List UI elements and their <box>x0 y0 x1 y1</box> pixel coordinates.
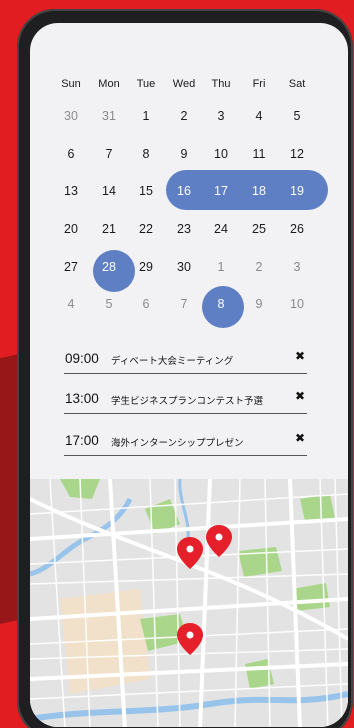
calendar: Sun Mon Tue Wed Thu Fri Sat 30 31 1 2 3 4 5 6 7 8… <box>30 23 348 328</box>
calendar-day[interactable]: 26 <box>277 219 317 239</box>
close-icon[interactable]: ✖ <box>295 431 305 445</box>
calendar-day[interactable]: 9 <box>164 144 204 164</box>
weekday-label: Sun <box>61 78 81 90</box>
calendar-day[interactable]: 9 <box>239 294 279 314</box>
calendar-day[interactable]: 23 <box>164 219 204 239</box>
calendar-day[interactable]: 16 <box>164 181 204 201</box>
calendar-day[interactable]: 28 <box>89 257 129 277</box>
phone-screen: Sun Mon Tue Wed Thu Fri Sat 30 31 1 2 3 4 5 6 7 8… <box>30 23 348 727</box>
calendar-day[interactable]: 2 <box>239 257 279 277</box>
weekday-label: Thu <box>211 78 231 90</box>
map-image <box>30 478 348 727</box>
weekday-label: Mon <box>98 78 120 90</box>
calendar-day[interactable]: 31 <box>89 106 129 126</box>
calendar-day[interactable]: 5 <box>277 106 317 126</box>
calendar-day[interactable]: 2 <box>164 106 204 126</box>
calendar-day[interactable]: 8 <box>126 144 166 164</box>
event-title: 学生ビジネスプランコンテスト予選 <box>111 396 264 407</box>
calendar-day[interactable]: 8 <box>201 294 241 314</box>
calendar-day[interactable]: 15 <box>126 181 166 201</box>
event-item[interactable]: 17:00 海外インターンシッププレゼン ✖ <box>64 423 307 456</box>
calendar-day[interactable]: 19 <box>277 181 317 201</box>
calendar-day[interactable]: 17 <box>201 181 241 201</box>
weekday-label: Fri <box>252 78 266 90</box>
calendar-day[interactable]: 30 <box>164 257 204 277</box>
event-title: 海外インターンシッププレゼン <box>111 438 244 449</box>
event-time: 09:00 <box>65 351 99 366</box>
calendar-day[interactable]: 5 <box>89 294 129 314</box>
calendar-day[interactable]: 10 <box>201 144 241 164</box>
calendar-day[interactable]: 6 <box>51 144 91 164</box>
calendar-day[interactable]: 20 <box>51 219 91 239</box>
calendar-day[interactable]: 4 <box>239 106 279 126</box>
calendar-day[interactable]: 27 <box>51 257 91 277</box>
close-icon[interactable]: ✖ <box>295 389 305 403</box>
calendar-day[interactable]: 3 <box>277 257 317 277</box>
phone-frame: Sun Mon Tue Wed Thu Fri Sat 30 31 1 2 3 4 5 6 7 8… <box>17 9 353 728</box>
calendar-day[interactable]: 1 <box>126 106 166 126</box>
calendar-day[interactable]: 6 <box>126 294 166 314</box>
weekday-label: Tue <box>136 78 156 90</box>
event-title: ディベート大会ミーティング <box>111 356 234 367</box>
calendar-day[interactable]: 7 <box>89 144 129 164</box>
calendar-day[interactable]: 10 <box>277 294 317 314</box>
calendar-day[interactable]: 18 <box>239 181 279 201</box>
close-icon[interactable]: ✖ <box>295 349 305 363</box>
calendar-day[interactable]: 3 <box>201 106 241 126</box>
calendar-day[interactable]: 14 <box>89 181 129 201</box>
weekday-label: Sat <box>288 78 306 90</box>
event-time: 17:00 <box>65 433 99 448</box>
weekday-label: Wed <box>172 78 196 90</box>
calendar-day[interactable]: 11 <box>239 144 279 164</box>
map-view[interactable] <box>30 478 348 727</box>
calendar-day[interactable]: 12 <box>277 144 317 164</box>
event-item[interactable]: 09:00 ディベート大会ミーティング ✖ <box>64 341 307 374</box>
calendar-day[interactable]: 4 <box>51 294 91 314</box>
calendar-day[interactable]: 1 <box>201 257 241 277</box>
calendar-day[interactable]: 13 <box>51 181 91 201</box>
calendar-day[interactable]: 25 <box>239 219 279 239</box>
calendar-day[interactable]: 24 <box>201 219 241 239</box>
event-item[interactable]: 13:00 学生ビジネスプランコンテスト予選 ✖ <box>64 381 307 414</box>
calendar-day[interactable]: 22 <box>126 219 166 239</box>
calendar-day[interactable]: 7 <box>164 294 204 314</box>
event-time: 13:00 <box>65 391 99 406</box>
calendar-day[interactable]: 21 <box>89 219 129 239</box>
calendar-day[interactable]: 30 <box>51 106 91 126</box>
calendar-day[interactable]: 29 <box>126 257 166 277</box>
